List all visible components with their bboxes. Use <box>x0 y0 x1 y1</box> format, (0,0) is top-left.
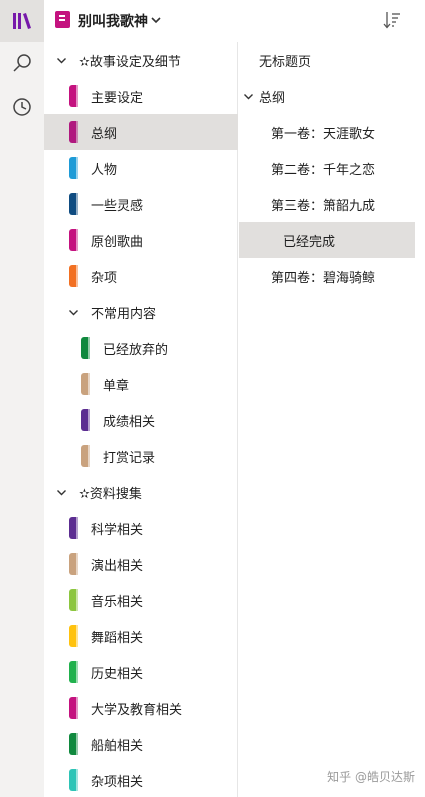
section-color-tab-icon <box>69 265 78 287</box>
chevron-down-icon[interactable] <box>243 91 254 102</box>
notebook-icon <box>55 11 70 28</box>
section-color-tab-icon <box>69 85 78 107</box>
section-color-tab-icon <box>81 445 90 467</box>
section-color-tab-icon <box>69 517 78 539</box>
section-label: 不常用内容 <box>91 306 157 322</box>
section-color-tab-icon <box>69 733 78 755</box>
section-label: 船舶相关 <box>91 738 144 754</box>
section-label: 演出相关 <box>91 558 144 574</box>
notebook-title[interactable]: 别叫我歌神 <box>78 11 148 31</box>
page-item[interactable]: 第一卷：天涯歌女 <box>239 114 415 150</box>
section-label: 杂项 <box>91 270 118 286</box>
search-icon <box>13 54 31 72</box>
page-title: 无标题页 <box>259 54 312 70</box>
section-item[interactable]: 已经放弃的 <box>44 330 238 366</box>
section-item[interactable]: 船舶相关 <box>44 726 238 762</box>
page-item[interactable]: 总纲 <box>239 78 415 114</box>
page-item[interactable]: 已经完成 <box>239 222 415 258</box>
pages-pane: 无标题页总纲第一卷：天涯歌女 第二卷：千年之恋 第三卷：箫韶九成已经完成第四卷：碧海… <box>239 42 425 797</box>
section-label: 音乐相关 <box>91 594 144 610</box>
section-color-tab-icon <box>69 625 78 647</box>
chevron-down-icon[interactable] <box>56 55 67 66</box>
chevron-down-icon[interactable] <box>150 14 162 26</box>
chevron-down-icon[interactable] <box>56 487 67 498</box>
sections-pane: ✫故事设定及细节主要设定总纲人物一些灵感原创歌曲杂项不常用内容已经放弃的单章成绩… <box>44 42 238 797</box>
section-item[interactable]: 大学及教育相关 <box>44 690 238 726</box>
page-title: 第一卷：天涯歌女 <box>271 126 376 142</box>
page-title: 第四卷：碧海骑鲸 <box>271 270 376 286</box>
section-label: 杂项相关 <box>91 774 144 790</box>
section-color-tab-icon <box>81 373 90 395</box>
section-item[interactable]: 一些灵感 <box>44 186 238 222</box>
section-item[interactable]: 科学相关 <box>44 510 238 546</box>
section-item[interactable]: 主要设定 <box>44 78 238 114</box>
page-title: 第三卷：箫韶九成 <box>271 198 376 214</box>
section-item[interactable]: 音乐相关 <box>44 582 238 618</box>
section-group[interactable]: ✫故事设定及细节 <box>44 42 238 78</box>
section-item[interactable]: 历史相关 <box>44 654 238 690</box>
section-label: 舞蹈相关 <box>91 630 144 646</box>
section-label: ✫资料搜集 <box>79 486 142 502</box>
section-color-tab-icon <box>69 157 78 179</box>
sort-icon <box>383 12 400 29</box>
section-color-tab-icon <box>81 337 90 359</box>
section-item[interactable]: 演出相关 <box>44 546 238 582</box>
section-label: 科学相关 <box>91 522 144 538</box>
page-item[interactable]: 无标题页 <box>239 42 415 78</box>
sort-button[interactable] <box>383 10 401 34</box>
page-title: 已经完成 <box>283 234 336 250</box>
section-label: 主要设定 <box>91 90 144 106</box>
section-label: ✫故事设定及细节 <box>79 54 181 70</box>
section-label: 已经放弃的 <box>103 342 169 358</box>
nav-rail <box>0 0 44 797</box>
section-label: 打赏记录 <box>103 450 156 466</box>
page-item[interactable]: 第三卷：箫韶九成 <box>239 186 415 222</box>
section-label: 历史相关 <box>91 666 144 682</box>
page-item[interactable]: 第二卷：千年之恋 <box>239 150 415 186</box>
section-item[interactable]: 单章 <box>44 366 238 402</box>
chevron-down-icon[interactable] <box>68 307 79 318</box>
page-title: 总纲 <box>259 90 286 106</box>
section-item[interactable]: 总纲 <box>44 114 238 150</box>
section-item[interactable]: 人物 <box>44 150 238 186</box>
section-label: 总纲 <box>91 126 118 142</box>
section-color-tab-icon <box>81 409 90 431</box>
section-color-tab-icon <box>69 553 78 575</box>
section-color-tab-icon <box>69 589 78 611</box>
section-label: 大学及教育相关 <box>91 702 183 718</box>
page-title: 第二卷：千年之恋 <box>271 162 376 178</box>
search-button[interactable] <box>0 42 44 84</box>
section-item[interactable]: 成绩相关 <box>44 402 238 438</box>
section-color-tab-icon <box>69 229 78 251</box>
section-color-tab-icon <box>69 769 78 791</box>
notebook-header: 别叫我歌神 <box>44 0 425 42</box>
notebooks-icon <box>13 13 31 29</box>
page-item[interactable]: 第四卷：碧海骑鲸 <box>239 258 415 294</box>
watermark: 知乎 @皓贝达斯 <box>327 770 415 784</box>
section-label: 原创歌曲 <box>91 234 144 250</box>
section-label: 人物 <box>91 162 118 178</box>
notebooks-button[interactable] <box>0 0 44 42</box>
recent-icon <box>13 98 31 116</box>
section-group[interactable]: ✫资料搜集 <box>44 474 238 510</box>
section-item[interactable]: 打赏记录 <box>44 438 238 474</box>
recent-button[interactable] <box>0 86 44 128</box>
section-item[interactable]: 杂项 <box>44 258 238 294</box>
section-item[interactable]: 杂项相关 <box>44 762 238 797</box>
section-item[interactable]: 原创歌曲 <box>44 222 238 258</box>
section-color-tab-icon <box>69 661 78 683</box>
section-color-tab-icon <box>69 697 78 719</box>
section-label: 一些灵感 <box>91 198 144 214</box>
section-label: 单章 <box>103 378 130 394</box>
section-color-tab-icon <box>69 121 78 143</box>
section-color-tab-icon <box>69 193 78 215</box>
section-label: 成绩相关 <box>103 414 156 430</box>
section-item[interactable]: 舞蹈相关 <box>44 618 238 654</box>
section-subgroup[interactable]: 不常用内容 <box>44 294 238 330</box>
